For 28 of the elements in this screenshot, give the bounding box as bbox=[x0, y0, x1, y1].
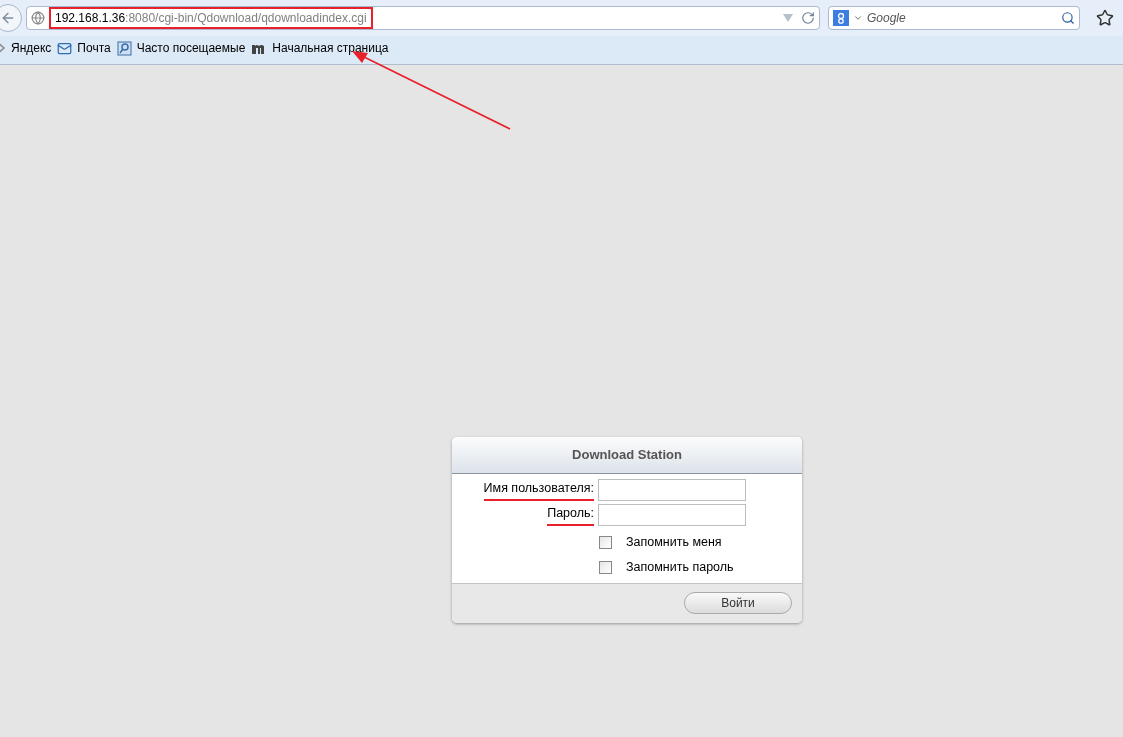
checkbox-label: Запомнить пароль bbox=[626, 558, 734, 576]
bookmark-link[interactable]: Начальная страница bbox=[272, 39, 389, 57]
google-logo-icon bbox=[833, 10, 849, 26]
bookmark-link[interactable]: Почта bbox=[77, 39, 111, 57]
checkbox-label: Запомнить меня bbox=[626, 534, 722, 551]
mail-icon bbox=[57, 40, 73, 56]
url-text: 192.168.1.36:8080/cgi-bin/Qdownload/qdownloadindex.cgi bbox=[49, 7, 373, 29]
search-bar[interactable]: Google bbox=[828, 6, 1080, 30]
caret-icon[interactable] bbox=[853, 13, 863, 23]
text-field[interactable] bbox=[598, 504, 746, 526]
checkbox[interactable] bbox=[599, 560, 612, 574]
bookmark-link[interactable]: Яндекс bbox=[11, 39, 52, 57]
address-bar[interactable]: 192.168.1.36:8080/cgi-bin/Qdownload/qdownloadindex.cgi bbox=[26, 6, 820, 30]
text-field[interactable] bbox=[598, 479, 746, 501]
field-label: Пароль: bbox=[547, 504, 594, 526]
bookmark-star-icon[interactable] bbox=[1096, 9, 1114, 27]
reload-icon[interactable] bbox=[801, 11, 815, 25]
login-button[interactable]: Войти bbox=[684, 592, 792, 614]
search-input[interactable]: Google bbox=[867, 9, 1057, 27]
checkbox[interactable] bbox=[599, 535, 612, 549]
dialog-title: Download Station bbox=[572, 446, 682, 465]
page-search-icon bbox=[116, 40, 132, 56]
back-button[interactable] bbox=[0, 4, 22, 32]
dropdown-icon[interactable] bbox=[783, 14, 793, 22]
bookmark-link[interactable]: Часто посещаемые bbox=[136, 39, 246, 57]
globe-icon bbox=[31, 11, 45, 25]
search-icon[interactable] bbox=[1061, 11, 1075, 25]
field-label: Имя пользователя: bbox=[483, 479, 594, 501]
